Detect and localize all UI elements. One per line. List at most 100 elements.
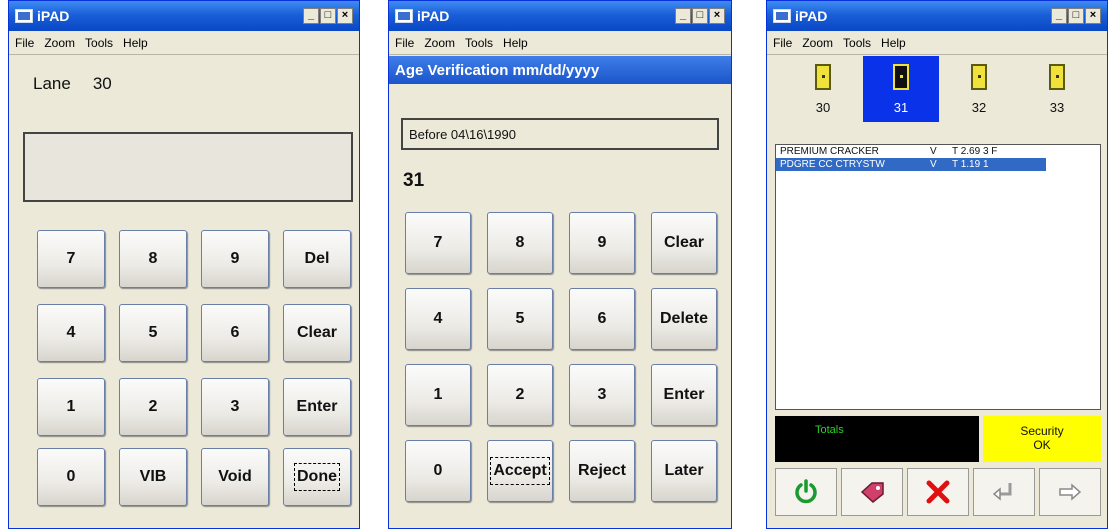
menu-bar: File Zoom Tools Help: [767, 31, 1107, 55]
power-icon: [795, 479, 817, 504]
menu-help[interactable]: Help: [881, 36, 906, 50]
age-verification-panel: Age Verification mm/dd/yyyy Before 04\16…: [389, 56, 731, 522]
menu-tools[interactable]: Tools: [465, 36, 493, 50]
key-3[interactable]: 3: [201, 378, 269, 436]
forward-arrow-icon: [1059, 483, 1082, 501]
menu-zoom[interactable]: Zoom: [44, 36, 75, 50]
key-0[interactable]: 0: [37, 448, 105, 506]
minimize-button[interactable]: _: [1051, 8, 1067, 24]
window-title: iPAD: [795, 8, 828, 24]
tag-button[interactable]: [841, 468, 903, 516]
key-9[interactable]: 9: [201, 230, 269, 288]
clear-button[interactable]: Clear: [651, 212, 717, 274]
security-status-panel: Security OK: [983, 416, 1101, 462]
ipad-window-lane-monitor: iPAD _ □ × File Zoom Tools Help 30 31 32…: [766, 0, 1108, 529]
key-4[interactable]: 4: [37, 304, 105, 362]
power-button[interactable]: [775, 468, 837, 516]
maximize-button[interactable]: □: [320, 8, 336, 24]
window-title: iPAD: [417, 8, 450, 24]
lane-label: Lane: [33, 74, 71, 93]
lane-monitor-panel: 30 31 32 33 PREMIUM CRACKER V T 2.69 3 F…: [771, 56, 1103, 522]
delete-button[interactable]: Delete: [651, 288, 717, 350]
lane-door-icon: [971, 64, 987, 90]
close-button[interactable]: ×: [337, 8, 353, 24]
totals-label: Totals: [815, 424, 844, 436]
key-5[interactable]: 5: [119, 304, 187, 362]
lane-tab-32[interactable]: 32: [941, 56, 1017, 122]
key-1[interactable]: 1: [405, 364, 471, 426]
app-icon: [773, 9, 791, 23]
security-label: Security: [1020, 424, 1064, 438]
keypad-panel: Lane 30 7 8 9 Del 4 5 6 Clear 1 2 3 Ente…: [15, 56, 353, 522]
maximize-button[interactable]: □: [692, 8, 708, 24]
menu-bar: File Zoom Tools Help: [389, 31, 731, 55]
close-button[interactable]: ×: [709, 8, 725, 24]
minimize-button[interactable]: _: [675, 8, 691, 24]
key-9[interactable]: 9: [569, 212, 635, 274]
totals-panel[interactable]: Totals: [775, 416, 979, 462]
menu-help[interactable]: Help: [123, 36, 148, 50]
maximize-button[interactable]: □: [1068, 8, 1084, 24]
close-button[interactable]: ×: [1085, 8, 1101, 24]
menu-file[interactable]: File: [395, 36, 414, 50]
del-button[interactable]: Del: [283, 230, 351, 288]
menu-file[interactable]: File: [773, 36, 792, 50]
title-bar: iPAD _ □ ×: [389, 1, 731, 31]
title-bar: iPAD _ □ ×: [767, 1, 1107, 31]
app-icon: [395, 9, 413, 23]
accept-button[interactable]: Accept: [487, 440, 553, 502]
key-8[interactable]: 8: [487, 212, 553, 274]
date-field[interactable]: Before 04\16\1990: [401, 118, 719, 150]
key-4[interactable]: 4: [405, 288, 471, 350]
key-2[interactable]: 2: [487, 364, 553, 426]
list-item-selected[interactable]: PDGRE CC CTRYSTW V T 1.19 1: [776, 158, 1046, 171]
entry-display: [23, 132, 353, 202]
void-button[interactable]: Void: [201, 448, 269, 506]
enter-button[interactable]: Enter: [651, 364, 717, 426]
age-verification-header: Age Verification mm/dd/yyyy: [389, 56, 731, 84]
app-icon: [15, 9, 33, 23]
lane-tab-30[interactable]: 30: [785, 56, 861, 122]
key-7[interactable]: 7: [37, 230, 105, 288]
lane-tab-33[interactable]: 33: [1019, 56, 1095, 122]
menu-file[interactable]: File: [15, 36, 34, 50]
ipad-window-age-verification: iPAD _ □ × File Zoom Tools Help Age Veri…: [388, 0, 732, 529]
key-7[interactable]: 7: [405, 212, 471, 274]
forward-button[interactable]: [1039, 468, 1101, 516]
menu-zoom[interactable]: Zoom: [424, 36, 455, 50]
item-list[interactable]: PREMIUM CRACKER V T 2.69 3 F PDGRE CC CT…: [775, 144, 1101, 410]
key-6[interactable]: 6: [569, 288, 635, 350]
key-5[interactable]: 5: [487, 288, 553, 350]
tag-icon: [860, 482, 884, 503]
done-button[interactable]: Done: [283, 448, 351, 506]
list-item[interactable]: PREMIUM CRACKER V T 2.69 3 F: [776, 145, 1100, 158]
cancel-button[interactable]: [907, 468, 969, 516]
vib-button[interactable]: VIB: [119, 448, 187, 506]
key-6[interactable]: 6: [201, 304, 269, 362]
ipad-window-keypad: iPAD _ □ × File Zoom Tools Help Lane 30 …: [8, 0, 360, 529]
menu-help[interactable]: Help: [503, 36, 528, 50]
minimize-button[interactable]: _: [303, 8, 319, 24]
menu-tools[interactable]: Tools: [85, 36, 113, 50]
menu-bar: File Zoom Tools Help: [9, 31, 359, 55]
lane-door-icon: [815, 64, 831, 90]
key-0[interactable]: 0: [405, 440, 471, 502]
key-2[interactable]: 2: [119, 378, 187, 436]
lane-value: 30: [92, 74, 112, 93]
return-button[interactable]: [973, 468, 1035, 516]
key-1[interactable]: 1: [37, 378, 105, 436]
window-title: iPAD: [37, 8, 70, 24]
lane-door-icon: [1049, 64, 1065, 90]
enter-button[interactable]: Enter: [283, 378, 351, 436]
return-arrow-icon: [992, 483, 1012, 501]
clear-button[interactable]: Clear: [283, 304, 351, 362]
menu-tools[interactable]: Tools: [843, 36, 871, 50]
key-8[interactable]: 8: [119, 230, 187, 288]
title-bar: iPAD _ □ ×: [9, 1, 359, 31]
lane-tab-31[interactable]: 31: [863, 56, 939, 122]
cancel-x-icon: [926, 480, 950, 504]
menu-zoom[interactable]: Zoom: [802, 36, 833, 50]
later-button[interactable]: Later: [651, 440, 717, 502]
key-3[interactable]: 3: [569, 364, 635, 426]
reject-button[interactable]: Reject: [569, 440, 635, 502]
